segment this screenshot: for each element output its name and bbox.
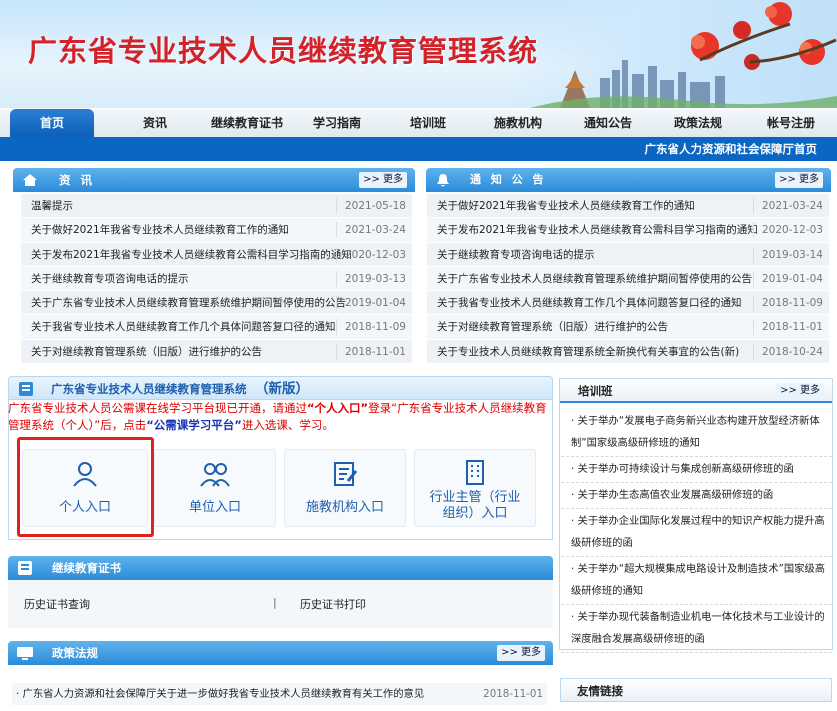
list-item[interactable]: 温馨提示 2021-05-18 (21, 194, 412, 219)
newsys-notice: 广东省专业技术人员公需课在线学习平台现已开通，请通过“个人入口”登录“广东省专业… (8, 401, 547, 432)
list-item[interactable]: 关于广东省专业技术人员继续教育管理系统维护期间暂停使用的公告 2019-01-04 (21, 291, 412, 316)
main-nav: 首页 资讯 继续教育证书 学习指南 培训班 施教机构 通知公告 政策法规 帐号注… (0, 108, 837, 138)
building-icon (466, 460, 484, 485)
training-more-link[interactable]: >> 更多 (776, 383, 824, 399)
list-item[interactable]: 关于广东省专业技术人员继续教育管理系统维护期间暂停使用的公告 2019-01-04 (427, 266, 829, 292)
list-item[interactable]: 关于做好2021年我省专业技术人员继续教育工作的通知 2021-03-24 (21, 218, 412, 243)
cert-divider: | (273, 596, 277, 609)
training-list: · 关于举办“发展电子商务新兴业态构建开放型经济新体制”国家级高级研修班的通知 … (561, 409, 832, 653)
industry-entry-label: 行业主管（行业组织）入口 (429, 490, 521, 521)
cert-print-link[interactable]: 历史证书打印 (300, 596, 366, 612)
nav-certificate[interactable]: 继续教育证书 (205, 109, 289, 138)
news-panel-header: 资 讯 >> 更多 (13, 168, 415, 192)
institution-entry-card[interactable]: 施教机构入口 (284, 449, 406, 527)
news-more-link[interactable]: >> 更多 (359, 172, 407, 188)
bell-icon (437, 174, 449, 187)
list-item[interactable]: 关于继续教育专项咨询电话的提示 2019-03-13 (21, 266, 412, 292)
list-item[interactable]: 关于我省专业技术人员继续教育工作几个具体问题答复口径的通知 2018-11-09 (21, 315, 412, 340)
list-item[interactable]: · 关于举办“超大规模集成电路设计及制造技术”国家级高级研修班的通知 (561, 557, 832, 605)
document-icon (19, 382, 33, 396)
list-item[interactable]: · 关于举办可持续设计与集成创新高级研修班的函 (561, 457, 832, 483)
home-icon (23, 174, 37, 186)
cert-title: 继续教育证书 (52, 561, 121, 575)
highlight-box (17, 437, 154, 537)
policy-list: · 广东省人力资源和社会保障厅关于进一步做好我省专业技术人员继续教育有关工作的意… (12, 683, 547, 705)
nav-training[interactable]: 培训班 (396, 109, 460, 138)
hrss-home-link[interactable]: 广东省人力资源和社会保障厅首页 (645, 137, 818, 161)
list-item[interactable]: 关于发布2021年我省专业技术人员继续教育公需科目学习指南的通知 2020-12-… (21, 242, 412, 267)
nav-home[interactable]: 首页 (10, 109, 94, 138)
links-panel-header: 友情链接 (560, 678, 832, 702)
monitor-icon (17, 647, 33, 660)
header-banner: 广东省专业技术人员继续教育管理系统 (0, 0, 837, 108)
notices-list: 关于做好2021年我省专业技术人员继续教育工作的通知 2021-03-24 关于发… (427, 194, 829, 365)
page: 广东省专业技术人员继续教育管理系统 首页 资讯 继续教育证书 学习指南 培训班 … (0, 0, 837, 711)
notices-panel-header: 通 知 公 告 >> 更多 (426, 168, 831, 192)
list-item-date: 2018-11-01 (483, 688, 543, 700)
industry-entry-card[interactable]: 行业主管（行业组织）入口 (414, 449, 536, 527)
list-item[interactable]: 关于对继续教育管理系统（旧版）进行维护的公告 2018-11-01 (21, 339, 412, 365)
news-title: 资 讯 (59, 173, 96, 187)
list-item[interactable]: 关于继续教育专项咨询电话的提示 2019-03-14 (427, 242, 829, 267)
news-list: 温馨提示 2021-05-18 关于做好2021年我省专业技术人员继续教育工作的通… (21, 194, 412, 365)
notices-more-link[interactable]: >> 更多 (775, 172, 823, 188)
links-title: 友情链接 (577, 684, 623, 698)
nav-institutions[interactable]: 施教机构 (486, 109, 550, 138)
cert-query-link[interactable]: 历史证书查询 (24, 596, 90, 612)
list-item[interactable]: · 广东省人力资源和社会保障厅关于进一步做好我省专业技术人员继续教育有关工作的意… (16, 683, 424, 705)
nav-register[interactable]: 帐号注册 (756, 109, 826, 138)
newsys-badge: （新版） (255, 381, 309, 397)
unit-entry-card[interactable]: 单位入口 (154, 449, 276, 527)
list-item[interactable]: 关于做好2021年我省专业技术人员继续教育工作的通知 2021-03-24 (427, 194, 829, 219)
site-title: 广东省专业技术人员继续教育管理系统 (28, 34, 539, 68)
list-item[interactable]: · 关于举办生态高值农业发展高级研修班的函 (561, 483, 832, 509)
group-icon (200, 463, 230, 487)
list-item[interactable]: 关于我省专业技术人员继续教育工作几个具体问题答复口径的通知 2018-11-09 (427, 291, 829, 316)
nav-news[interactable]: 资讯 (125, 109, 185, 138)
newsys-panel-header: 广东省专业技术人员继续教育管理系统 （新版） (8, 376, 553, 400)
nav-policy[interactable]: 政策法规 (666, 109, 730, 138)
institution-entry-label: 施教机构入口 (305, 500, 384, 515)
policy-more-link[interactable]: >> 更多 (497, 645, 545, 661)
nav-notices[interactable]: 通知公告 (576, 109, 640, 138)
list-item[interactable]: · 关于举办现代装备制造业机电一体化技术与工业设计的深度融合发展高级研修班的函 (561, 605, 832, 653)
list-item[interactable]: · 关于举办“发展电子商务新兴业态构建开放型经济新体制”国家级高级研修班的通知 (561, 409, 832, 457)
cert-panel-header: 继续教育证书 (8, 556, 553, 580)
list-item[interactable]: 关于专业技术人员继续教育管理系统全新换代有关事宜的公告(新) 2018-10-24 (427, 339, 829, 365)
policy-title: 政策法规 (52, 646, 98, 660)
edit-document-icon (334, 462, 358, 486)
newsys-title: 广东省专业技术人员继续教育管理系统 (51, 382, 247, 396)
training-title: 培训班 (578, 384, 613, 398)
unit-entry-label: 单位入口 (188, 500, 241, 515)
notices-title: 通 知 公 告 (470, 173, 547, 186)
sub-bar: 广东省人力资源和社会保障厅首页 (0, 137, 837, 161)
training-panel-header: 培训班 >> 更多 (560, 379, 832, 403)
document-icon (18, 561, 32, 575)
policy-panel-header: 政策法规 >> 更多 (8, 641, 553, 665)
list-item[interactable]: 关于发布2021年我省专业技术人员继续教育公需科目学习指南的通知 2020-12-… (427, 218, 829, 243)
cert-panel: 历史证书查询 | 历史证书打印 (8, 580, 553, 628)
nav-study-guide[interactable]: 学习指南 (305, 109, 369, 138)
list-item[interactable]: 关于对继续教育管理系统（旧版）进行维护的公告 2018-11-01 (427, 315, 829, 340)
list-item[interactable]: · 关于举办企业国际化发展过程中的知识产权能力提升高级研修班的函 (561, 509, 832, 557)
